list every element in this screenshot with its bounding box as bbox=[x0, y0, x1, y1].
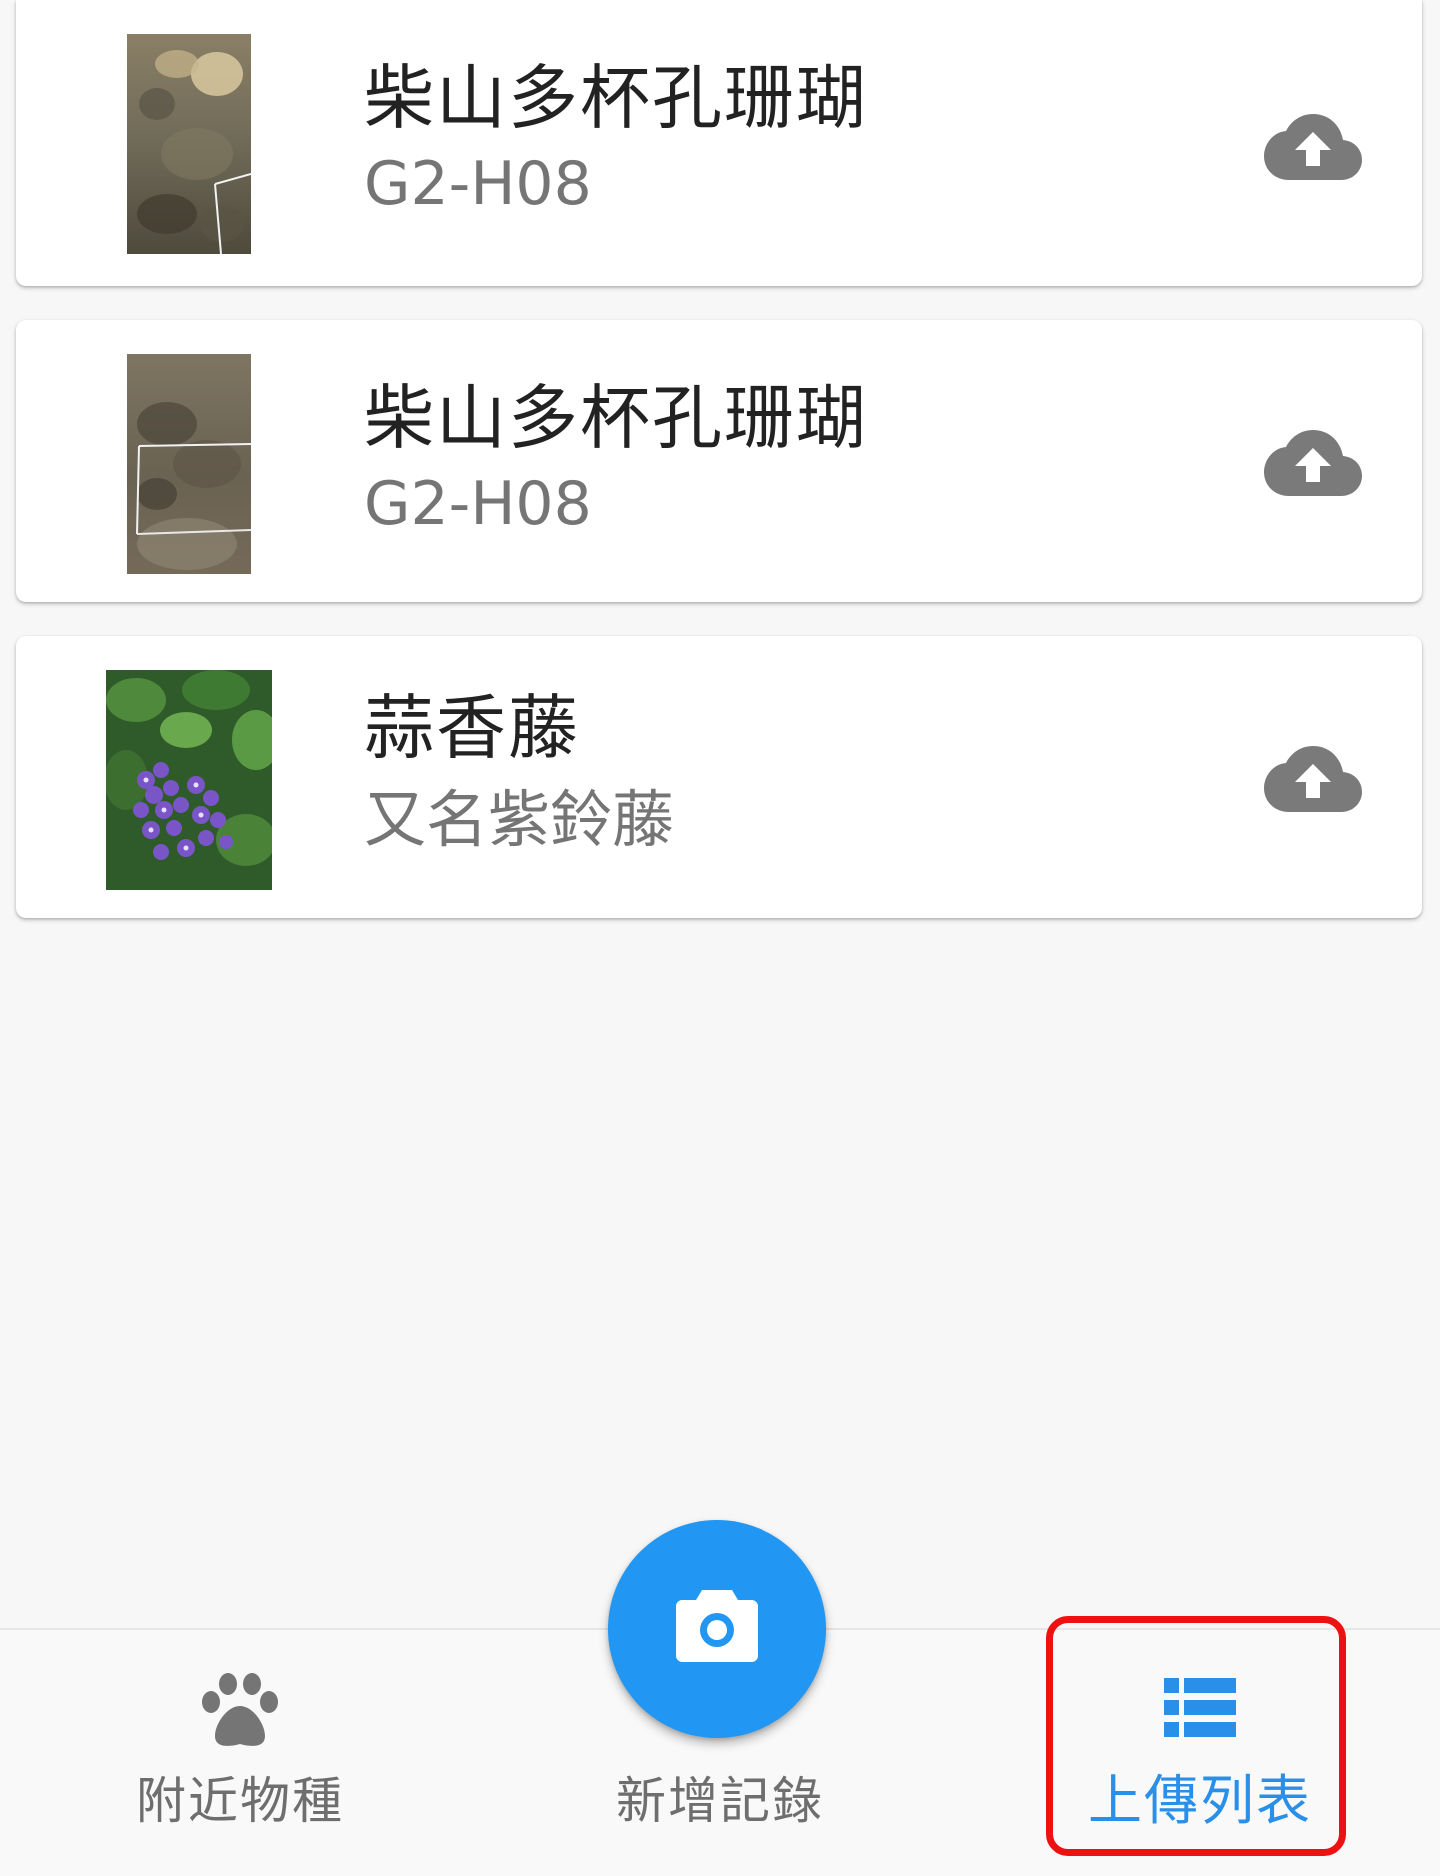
nav-item-upload-list[interactable]: 上傳列表 bbox=[960, 1630, 1440, 1876]
cloud-upload-icon[interactable] bbox=[1264, 112, 1362, 182]
list-icon bbox=[1164, 1678, 1236, 1738]
list-item[interactable]: 柴山多杯孔珊瑚 G2-H08 bbox=[16, 320, 1422, 602]
nav-item-nearby-species[interactable]: 附近物種 bbox=[0, 1630, 480, 1876]
item-title: 柴山多杯孔珊瑚 bbox=[364, 377, 868, 459]
camera-icon bbox=[676, 1586, 758, 1662]
list-item[interactable]: 蒜香藤 又名紫鈴藤 bbox=[16, 636, 1422, 918]
cloud-upload-icon[interactable] bbox=[1264, 744, 1362, 814]
nav-label: 新增記錄 bbox=[616, 1772, 824, 1830]
upload-list-screen: 柴山多杯孔珊瑚 G2-H08 柴山多杯孔珊瑚 G2-H08 蒜香藤 又名紫鈴藤 … bbox=[0, 0, 1440, 1876]
item-title: 蒜香藤 bbox=[364, 687, 580, 769]
item-subtitle: G2-H08 bbox=[364, 469, 592, 539]
item-subtitle: G2-H08 bbox=[364, 149, 592, 219]
nav-label: 上傳列表 bbox=[1088, 1769, 1312, 1832]
coral-photo-thumbnail bbox=[127, 34, 251, 254]
paw-icon bbox=[197, 1670, 283, 1750]
coral-photo-thumbnail bbox=[127, 354, 251, 574]
item-subtitle: 又名紫鈴藤 bbox=[364, 783, 675, 856]
item-title: 柴山多杯孔珊瑚 bbox=[364, 57, 868, 139]
nav-label: 附近物種 bbox=[136, 1772, 344, 1830]
cloud-upload-icon[interactable] bbox=[1264, 428, 1362, 498]
flower-photo-thumbnail bbox=[106, 670, 272, 890]
list-item[interactable]: 柴山多杯孔珊瑚 G2-H08 bbox=[16, 0, 1422, 286]
add-record-camera-button[interactable] bbox=[608, 1520, 826, 1738]
